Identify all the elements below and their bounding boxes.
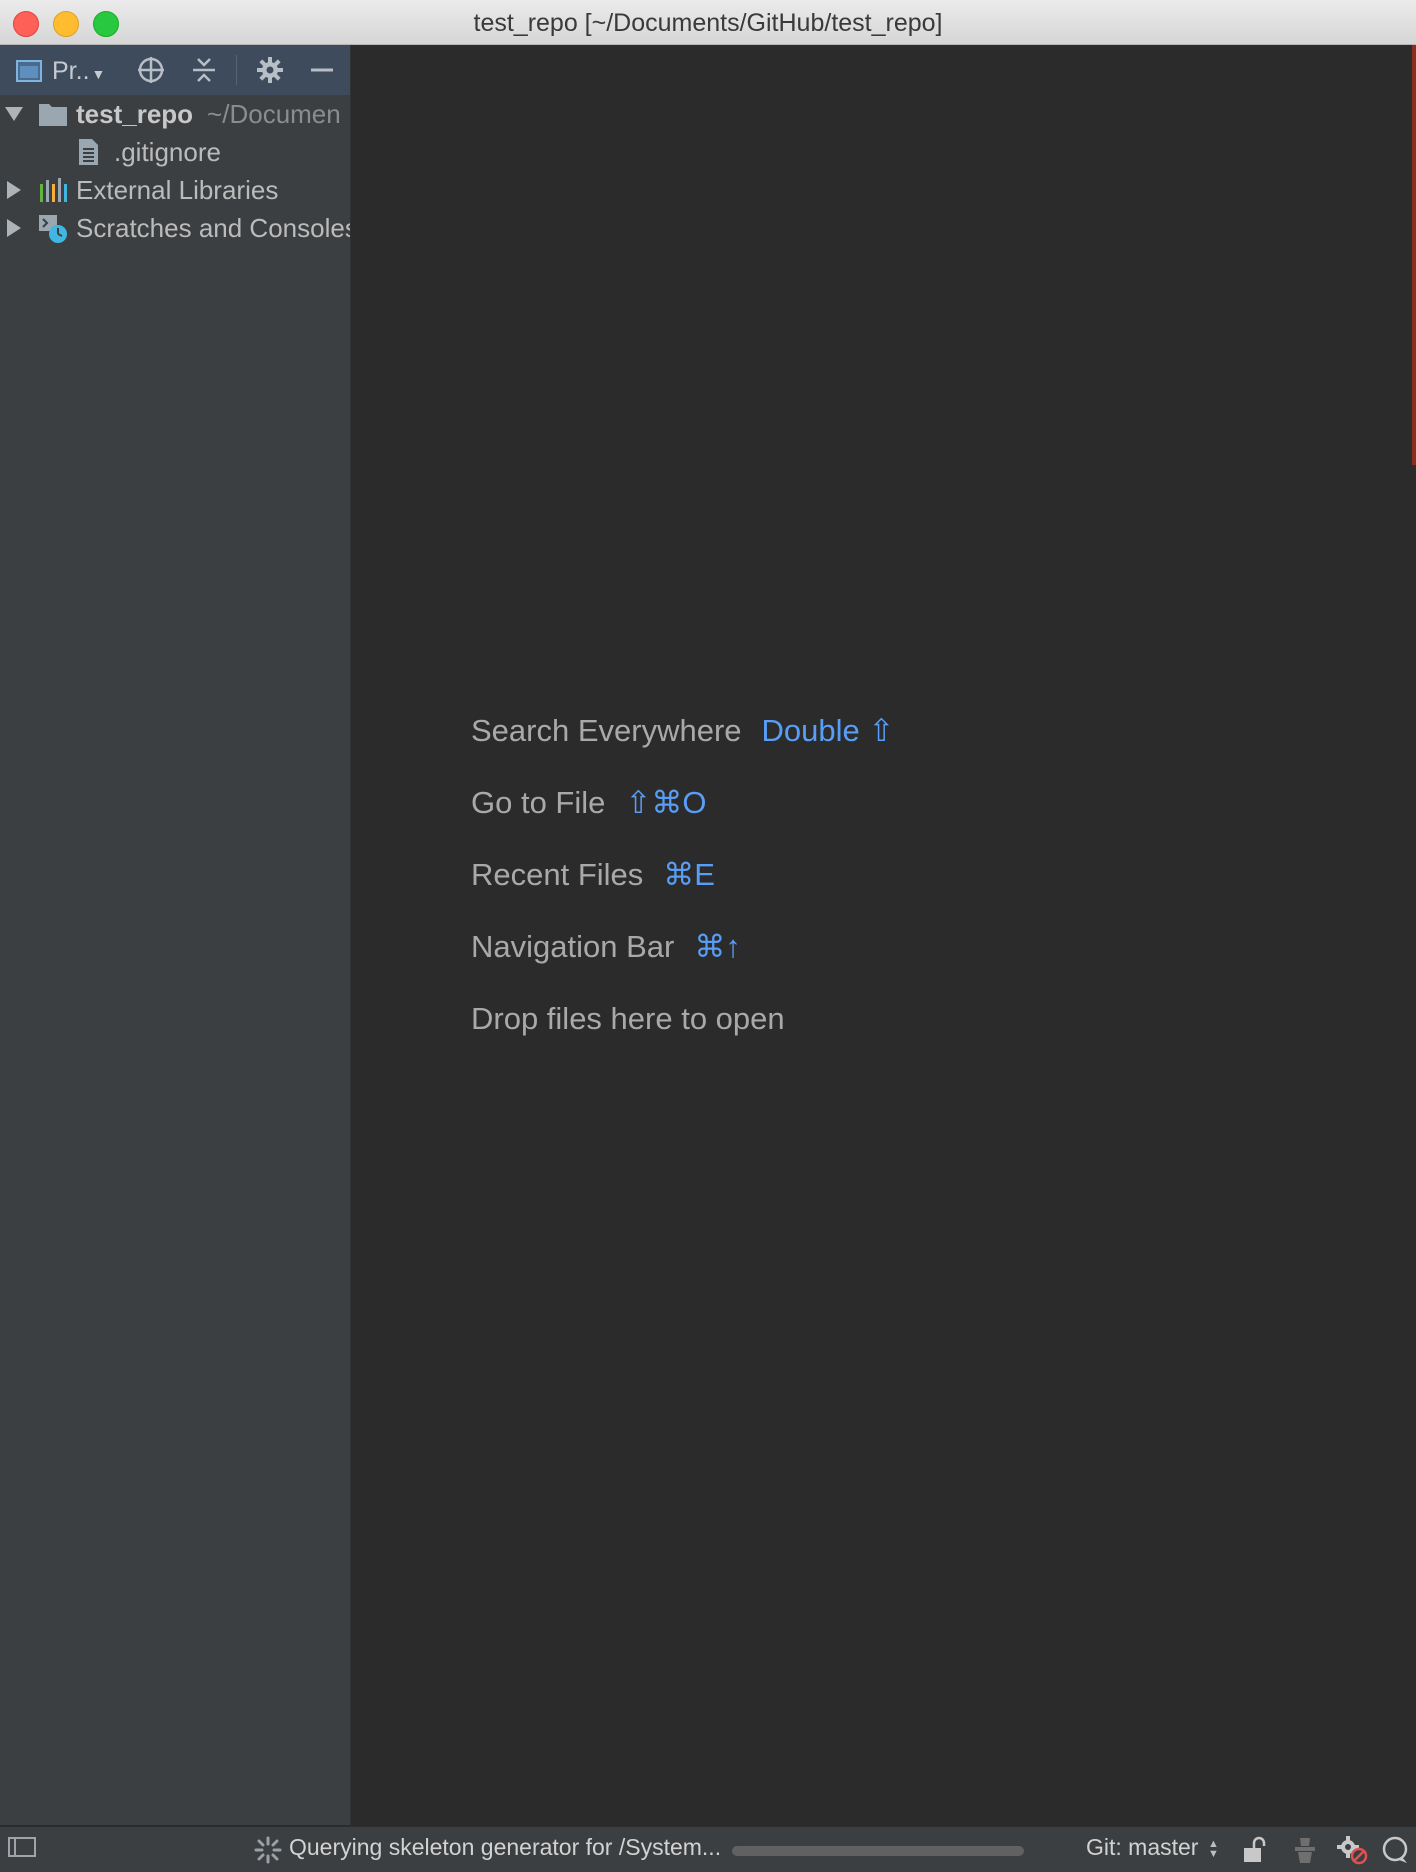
ide-window: test_repo [~/Documents/GitHub/test_repo]… [0,0,1416,1872]
hint-shortcut: ⌘E [663,857,715,892]
collapse-all-icon[interactable] [189,55,219,85]
hint-shortcut: ⇧⌘O [625,785,707,820]
hint-navigation-bar: Navigation Bar ⌘↑ [471,911,894,983]
tool-window-toolbar: Pr.. ▼ [0,45,350,95]
tree-item-test-repo[interactable]: test_repo ~/Documen [0,95,350,133]
spinner-icon [254,1836,282,1864]
project-view-icon [16,60,42,82]
locate-icon[interactable] [136,55,166,85]
status-bar: Querying skeleton generator for /System.… [0,1826,1416,1872]
chevron-down-icon: ▼ [91,66,106,82]
hint-label: Search Everywhere [471,713,742,748]
text-file-icon [76,138,106,166]
background-task-progress[interactable] [732,1846,1024,1856]
hint-drop-files: Drop files here to open [471,983,894,1055]
hint-shortcut: ⌘↑ [694,929,741,964]
inspector-icon[interactable] [1290,1835,1320,1865]
hint-label: Go to File [471,785,606,820]
hint-go-to-file: Go to File ⇧⌘O [471,767,894,839]
up-down-arrows-icon: ▲ ▼ [1208,1838,1219,1860]
hint-recent-files: Recent Files ⌘E [471,839,894,911]
tree-item-gitignore[interactable]: .gitignore [0,133,350,171]
git-branch-widget[interactable]: Git: master [1086,1834,1198,1861]
folder-icon [38,100,68,128]
toolbar-separator [236,55,237,85]
collapsed-arrow-icon[interactable] [2,178,26,202]
tree-item-path: ~/Documen [207,98,341,129]
hint-search-everywhere: Search Everywhere Double ⇧ [471,695,894,767]
project-tool-window: Pr.. ▼ test_repo ~/Documen .gitignore Ex… [0,45,351,1825]
toggle-tool-windows-icon[interactable] [8,1837,36,1857]
empty-editor-hints: Search Everywhere Double ⇧ Go to File ⇧⌘… [471,695,894,1055]
project-tree: test_repo ~/Documen .gitignore External … [0,95,350,247]
collapsed-arrow-icon[interactable] [2,216,26,240]
window-title: test_repo [~/Documents/GitHub/test_repo] [473,9,943,37]
tree-item-label: .gitignore [114,136,221,167]
scratches-icon [38,214,68,243]
tree-item-label: Scratches and Consoles [76,212,350,243]
window-edge [1412,45,1416,465]
background-task-label[interactable]: Querying skeleton generator for /System.… [289,1834,721,1861]
view-selector-dropdown[interactable]: Pr.. ▼ [16,57,105,85]
title-bar[interactable]: test_repo [~/Documents/GitHub/test_repo] [0,0,1416,45]
hint-label: Recent Files [471,857,644,892]
expanded-arrow-icon[interactable] [2,102,26,126]
unlock-icon[interactable] [1241,1835,1271,1865]
gear-icon[interactable] [255,55,285,85]
view-selector-label: Pr.. [52,56,90,85]
hint-label: Navigation Bar [471,929,675,964]
hint-label: Drop files here to open [471,1001,785,1036]
minimize-icon[interactable] [307,55,337,85]
tree-item-external-libraries[interactable]: External Libraries [0,171,350,209]
tree-item-scratches[interactable]: Scratches and Consoles [0,209,350,247]
notifications-icon[interactable] [1380,1835,1410,1865]
libraries-icon [38,176,68,204]
tree-item-label: test_repo [76,98,194,129]
tree-item-label: External Libraries [76,174,279,205]
hint-shortcut: Double ⇧ [761,713,895,748]
power-save-gear-icon[interactable] [1336,1835,1368,1865]
